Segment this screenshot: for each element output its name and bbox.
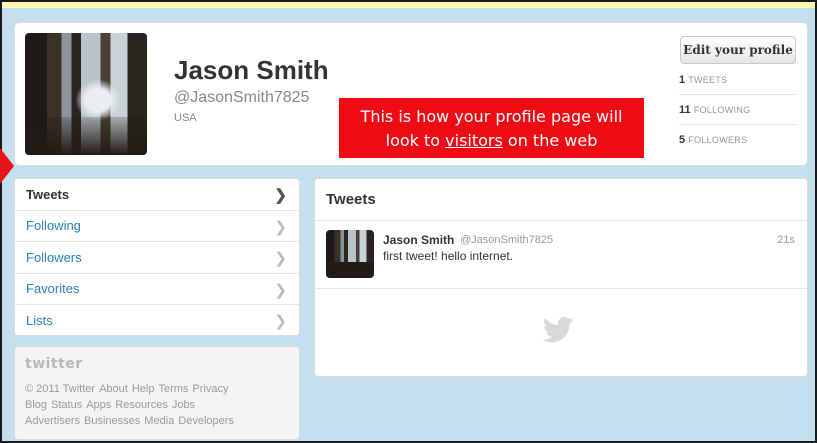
stat-tweets-count: 1 — [679, 74, 686, 86]
tweet-text: first tweet! hello internet. — [383, 249, 514, 263]
tweet-avatar[interactable] — [326, 230, 374, 278]
stat-followers[interactable]: 5 FOLLOWERS — [679, 133, 797, 147]
callout-underlined: visitors — [445, 131, 503, 150]
profile-avatar[interactable] — [25, 33, 147, 155]
tweet-item[interactable]: Jason Smith @JasonSmith7825 21s first tw… — [315, 221, 807, 289]
footer-links-row: Advertisers Businesses Media Developers — [25, 413, 289, 429]
chevron-right-icon: ❯ — [274, 250, 287, 267]
chevron-right-icon: ❯ — [274, 218, 287, 236]
callout-line-2: look to visitors on the web — [339, 129, 644, 153]
nav-item-lists[interactable]: Lists ❯ — [15, 305, 299, 335]
footer-link-status[interactable]: Status — [51, 399, 82, 411]
profile-name: Jason Smith — [174, 55, 329, 85]
footer-link-advertisers[interactable]: Advertisers — [25, 415, 80, 427]
footer-links: © 2011 Twitter About Help Terms Privacy Blog… — [25, 381, 289, 429]
stat-divider — [679, 124, 797, 125]
nav-item-label: Lists — [26, 313, 53, 329]
stat-following[interactable]: 11 FOLLOWING — [679, 103, 797, 117]
footer-link-privacy[interactable]: Privacy — [192, 383, 228, 395]
nav-item-tweets[interactable]: Tweets ❯ — [15, 179, 299, 211]
stat-following-count: 11 — [679, 104, 691, 116]
footer-link-resources[interactable]: Resources — [115, 399, 168, 411]
footer-links-row: © 2011 Twitter About Help Terms Privacy — [25, 381, 289, 397]
stat-following-label: FOLLOWING — [693, 105, 751, 115]
nav-item-label: Following — [26, 218, 81, 234]
tweet-timestamp[interactable]: 21s — [777, 234, 795, 246]
footer-link-businesses[interactable]: Businesses — [84, 415, 140, 427]
footer-link-developers[interactable]: Developers — [178, 415, 234, 427]
visitor-view-callout: This is how your profile page will look … — [339, 98, 644, 158]
footer-link-media[interactable]: Media — [144, 415, 174, 427]
tweet-author-name[interactable]: Jason Smith — [383, 233, 454, 247]
profile-handle: @JasonSmith7825 — [174, 89, 310, 106]
nav-item-label: Favorites — [26, 281, 80, 297]
tweet-author-handle[interactable]: @JasonSmith7825 — [460, 234, 553, 246]
twitter-bird-icon — [542, 317, 574, 343]
callout-line-1: This is how your profile page will — [360, 107, 623, 126]
nav-item-following[interactable]: Following ❯ — [15, 211, 299, 242]
nav-item-label: Tweets — [26, 186, 70, 202]
footer-copyright: © 2011 Twitter — [25, 383, 96, 395]
site-footer: twitter © 2011 Twitter About Help Terms Priv… — [14, 346, 300, 440]
footer-link-apps[interactable]: Apps — [86, 399, 111, 411]
red-arrow-pointer — [0, 148, 14, 184]
tweets-stream: Tweets Jason Smith @JasonSmith7825 21s f… — [314, 178, 808, 377]
footer-link-about[interactable]: About — [99, 383, 128, 395]
stat-divider — [679, 94, 797, 95]
nav-item-label: Followers — [26, 249, 82, 265]
edit-profile-button[interactable]: Edit your profile — [680, 36, 796, 64]
nav-item-favorites[interactable]: Favorites ❯ — [15, 274, 299, 305]
chevron-right-icon: ❯ — [274, 187, 287, 204]
stream-title: Tweets — [315, 179, 807, 221]
footer-link-terms[interactable]: Terms — [158, 383, 188, 395]
stat-followers-label: FOLLOWERS — [688, 135, 748, 145]
stat-tweets-label: TWEETS — [688, 75, 728, 85]
stat-followers-count: 5 — [679, 134, 686, 146]
profile-nav: Tweets ❯ Following ❯ Followers ❯ Favorit… — [14, 178, 300, 336]
footer-link-help[interactable]: Help — [132, 383, 155, 395]
callout-prefix: look to — [385, 131, 446, 150]
footer-links-row: Blog Status Apps Resources Jobs — [25, 397, 289, 413]
footer-link-blog[interactable]: Blog — [25, 399, 47, 411]
nav-item-followers[interactable]: Followers ❯ — [15, 242, 299, 274]
twitter-logo[interactable]: twitter — [25, 357, 289, 371]
chevron-right-icon: ❯ — [274, 313, 287, 330]
stat-tweets[interactable]: 1 TWEETS — [679, 73, 797, 87]
chevron-right-icon: ❯ — [274, 281, 287, 299]
callout-suffix: on the web — [502, 131, 598, 150]
profile-location: USA — [174, 112, 197, 124]
footer-link-jobs[interactable]: Jobs — [172, 399, 195, 411]
